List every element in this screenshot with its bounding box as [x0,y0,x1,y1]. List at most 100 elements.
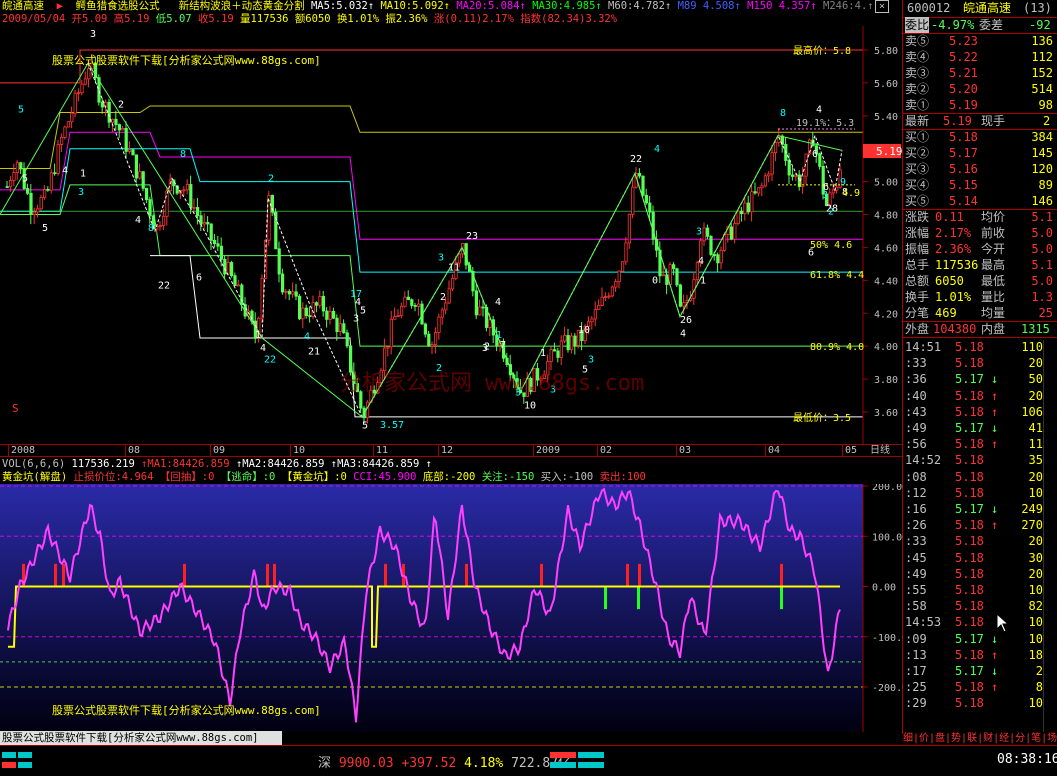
signal-bar-red [54,563,57,587]
indicator-name[interactable]: 鳄鱼猎食选股公式 [76,0,160,12]
tick-row: :56 5.18 ↑ 11 [905,437,1043,452]
candle [56,144,60,174]
ma-6: M150 4.357↑ [740,0,817,12]
candle [604,296,608,299]
wave-label: 4 [816,105,822,116]
candle [389,318,394,348]
candle [189,184,193,208]
candle [760,185,764,189]
stat-row: 总手 117536 最高 5.1 [905,258,1053,272]
wave-label: 2 [118,100,124,111]
candle [331,310,336,319]
candle [158,225,162,227]
quote-change: 涨(0.11)2.17% [433,13,514,25]
candle [733,223,737,240]
ma-0: MA5:5.032↑ [310,0,375,12]
chart-area[interactable]: 皖通高速 ▶ 鳄鱼猎食选股公式 新结构波浪＋动态黄金分割 MA5:5.032↑ … [0,0,903,734]
y-tick: 4.60 [874,243,898,254]
candle [437,316,441,333]
candle [787,160,791,176]
wave-label: 3 [90,29,96,40]
wave-label: 8 [780,108,786,119]
wave-label: 0 [652,276,658,287]
candle [427,333,431,347]
signal-bar-red [183,563,186,587]
candle [73,92,77,114]
candle [641,175,645,196]
candle [610,286,615,297]
wave-label: 10 [524,401,536,412]
wave-label: 26 [680,315,692,326]
candle [325,310,329,320]
status-bar: 深 9900.03 +397.52 4.18% 722.87亿 08:38:16 [0,745,1057,776]
indicator-watermark: 股票公式股票软件下载[分析家公式网www.88gs.com] [52,703,321,717]
tick-row: :26 5.18 ↑ 270 [905,518,1043,533]
candle [63,126,67,138]
indicator-y-tick: -100.00 [872,633,903,644]
candle [338,323,343,333]
level-label: 61.8% 4.4 [810,270,864,281]
ma-7: M246:4.↑ [816,0,874,12]
stat-row: 涨幅 2.17% 前收 5.0 [905,226,1053,240]
tick-scrollbar[interactable] [1043,340,1055,732]
ask-row: 卖⑤ 5.23 136 [905,34,1053,48]
wave-label: 1 [540,348,546,359]
wave-label: 5 [42,223,48,234]
tick-row: :16 5.17 ↓ 249 [905,502,1043,516]
s-marker: S [12,402,19,415]
candle [556,350,560,358]
candle [199,215,203,225]
candle [631,186,635,215]
quote-amplitude: 振2.36% [385,13,428,25]
price-chart[interactable]: 53432185482262144432221517 253231124312 73… [0,26,903,444]
candle [328,310,332,320]
wave-label: 8 [148,223,154,234]
footer-tabs[interactable]: 细|价|盘|势|联|财|经|分|笔|场 [903,732,1057,745]
period-label[interactable]: 日线 [870,445,890,456]
wave-label: 8 [180,149,186,160]
candle [627,213,632,244]
candle [12,172,16,181]
indicator-title[interactable]: 黄金坑(解盘) [2,471,67,483]
candle [430,344,434,347]
candle [233,275,237,286]
candle [559,340,564,358]
wave-label: 1 [700,276,706,287]
y-tick: 4.40 [874,276,898,287]
x-tick: 12 [438,445,453,456]
candle [723,234,727,251]
level-label: 最高价：5.8 [793,44,851,57]
candle [335,317,339,333]
candle [29,192,33,215]
bid-row: 买④ 5.15 89 [905,178,1053,192]
level-49-label: 4.9 [842,188,860,199]
signal-bar-green [604,586,607,610]
wave-label: 4 [654,144,660,155]
wave-label: 4 [495,297,501,308]
quote-date: 2009/05/04 [2,13,66,25]
candle [791,174,795,177]
candle [250,310,254,322]
level-label: 80.9% 4.0 [810,342,864,353]
level-19-label: 19.1%：5.3 [796,118,854,129]
candle [148,199,152,217]
wave-label: 1 [255,330,261,341]
tick-row: :33 5.18 20 [905,356,1043,371]
quote-volume: 量117536 [240,13,289,25]
candle [729,226,734,240]
wave-label: 10 [578,325,590,336]
close-icon[interactable]: × [875,0,889,13]
indicator-chart[interactable]: 200.00 100.00 0.00 -100.00 -200.00 股票公式股票软件下… [0,484,903,732]
candle [127,149,132,152]
signal-icon [0,750,50,772]
candle [767,173,771,177]
candle [49,172,54,191]
candle [83,78,87,85]
x-tick: 03 [676,445,691,456]
watermark-top: 股票公式股票软件下载[分析家公式网www.88gs.com] [52,53,321,67]
wave-label: 4 [304,332,310,343]
candle [321,296,326,312]
candle [165,190,169,217]
y-tick: 5.60 [874,79,898,90]
candle [318,296,322,306]
